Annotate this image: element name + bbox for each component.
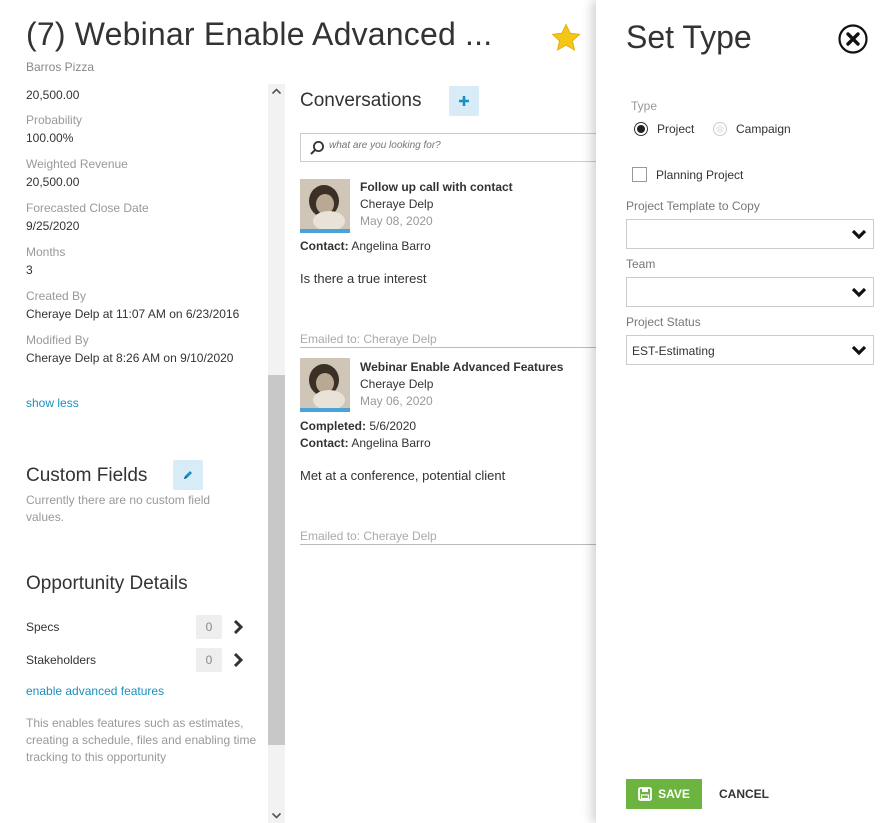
conversation-emailed-to: Emailed to: Cheraye Delp — [300, 332, 600, 348]
stakeholders-count-badge: 0 — [196, 648, 222, 672]
field-label-close-date: Forecasted Close Date — [26, 201, 149, 215]
field-value-modified-by: Cheraye Delp at 8:26 AM on 9/10/2020 — [26, 351, 234, 365]
close-icon[interactable] — [838, 24, 868, 54]
chevron-down-icon — [851, 287, 867, 298]
add-conversation-button[interactable] — [449, 86, 479, 116]
amount-value: 20,500.00 — [26, 88, 80, 102]
conversation-completed: Completed: 5/6/2020 — [300, 419, 416, 433]
edit-custom-fields-button[interactable] — [173, 460, 203, 490]
cancel-button[interactable]: CANCEL — [719, 787, 769, 801]
save-button[interactable]: SAVE — [626, 779, 702, 809]
specs-label: Specs — [26, 620, 60, 634]
contact-value: Angelina Barro — [351, 436, 431, 450]
scroll-up-arrow-icon[interactable] — [271, 86, 282, 97]
conversation-emailed-to: Emailed to: Cheraye Delp — [300, 529, 600, 545]
set-type-panel: Set Type Type Project Campaign Planning … — [596, 0, 892, 823]
conversation-body: Is there a true interest — [300, 271, 427, 286]
account-name: Barros Pizza — [26, 60, 95, 74]
page-title: (7) Webinar Enable Advanced ... — [26, 16, 493, 52]
star-icon[interactable] — [550, 22, 582, 54]
avatar — [300, 179, 350, 233]
scrollbar-thumb[interactable] — [268, 375, 285, 745]
search-input[interactable] — [329, 140, 589, 151]
contact-label: Contact: — [300, 436, 349, 450]
team-select[interactable] — [626, 277, 874, 307]
template-label: Project Template to Copy — [626, 199, 760, 213]
field-label-months: Months — [26, 245, 66, 259]
custom-fields-title: Custom Fields — [26, 465, 148, 486]
left-pane-scrollbar[interactable] — [268, 84, 285, 823]
enable-advanced-features-link[interactable]: enable advanced features — [26, 684, 164, 698]
completed-value: 5/6/2020 — [369, 419, 417, 433]
field-label-created-by: Created By — [26, 289, 87, 303]
conversation-date: May 08, 2020 — [360, 214, 433, 228]
field-value-probability: 100.00% — [26, 131, 74, 145]
radio-campaign[interactable]: Campaign — [713, 122, 791, 136]
field-label-probability: Probability — [26, 113, 83, 127]
specs-count-badge: 0 — [196, 615, 222, 639]
plus-icon — [459, 96, 469, 106]
enable-advanced-features-description: This enables features such as estimates,… — [26, 716, 257, 764]
conversation-subject[interactable]: Follow up call with contact — [360, 180, 513, 194]
contact-label: Contact: — [300, 239, 349, 253]
project-status-value: EST-Estimating — [632, 344, 715, 358]
conversation-date: May 06, 2020 — [360, 394, 433, 408]
project-status-select[interactable]: EST-Estimating — [626, 335, 874, 365]
avatar — [300, 358, 350, 412]
field-value-months: 3 — [26, 263, 33, 277]
stakeholders-label: Stakeholders — [26, 653, 97, 667]
field-value-close-date: 9/25/2020 — [26, 219, 80, 233]
completed-label: Completed: — [300, 419, 366, 433]
panel-title: Set Type — [626, 19, 752, 55]
conversation-author: Cheraye Delp — [360, 377, 434, 391]
conversation-contact: Contact: Angelina Barro — [300, 436, 431, 450]
planning-project-checkbox[interactable] — [632, 167, 647, 182]
planning-project-label: Planning Project — [656, 167, 744, 182]
custom-fields-empty-text: Currently there are no custom field valu… — [26, 493, 211, 524]
chevron-down-icon — [851, 229, 867, 240]
radio-project-label: Project — [657, 122, 695, 136]
planning-project-checkbox-row[interactable]: Planning Project — [632, 167, 743, 182]
conversation-search[interactable] — [300, 133, 600, 162]
type-label: Type — [631, 99, 658, 113]
show-less-link[interactable]: show less — [26, 396, 79, 410]
conversations-title: Conversations — [300, 90, 422, 111]
team-label: Team — [626, 257, 656, 271]
chevron-right-icon[interactable] — [231, 620, 245, 634]
opportunity-details-title: Opportunity Details — [26, 573, 188, 594]
chevron-right-icon[interactable] — [231, 653, 245, 667]
radio-campaign-label: Campaign — [736, 122, 791, 136]
template-select[interactable] — [626, 219, 874, 249]
scroll-down-arrow-icon[interactable] — [271, 810, 282, 821]
chevron-down-icon — [851, 345, 867, 356]
contact-value: Angelina Barro — [351, 239, 431, 253]
field-value-created-by: Cheraye Delp at 11:07 AM on 6/23/2016 — [26, 307, 240, 321]
radio-project[interactable]: Project — [634, 122, 694, 136]
project-status-label: Project Status — [626, 315, 701, 329]
conversation-subject[interactable]: Webinar Enable Advanced Features — [360, 360, 563, 374]
save-button-label: SAVE — [658, 787, 690, 801]
conversation-body: Met at a conference, potential client — [300, 468, 506, 483]
radio-unselected-icon[interactable] — [713, 122, 727, 136]
radio-selected-icon[interactable] — [634, 122, 648, 136]
field-label-weighted-revenue: Weighted Revenue — [26, 157, 128, 171]
save-disk-icon — [638, 787, 652, 801]
field-label-modified-by: Modified By — [26, 333, 89, 347]
search-icon — [310, 141, 324, 155]
conversation-author: Cheraye Delp — [360, 197, 434, 211]
field-value-weighted-revenue: 20,500.00 — [26, 175, 80, 189]
opportunity-info-pane: 20,500.00 Probability 100.00% Weighted R… — [26, 86, 261, 375]
conversation-contact: Contact: Angelina Barro — [300, 239, 431, 253]
pencil-icon — [184, 471, 192, 479]
